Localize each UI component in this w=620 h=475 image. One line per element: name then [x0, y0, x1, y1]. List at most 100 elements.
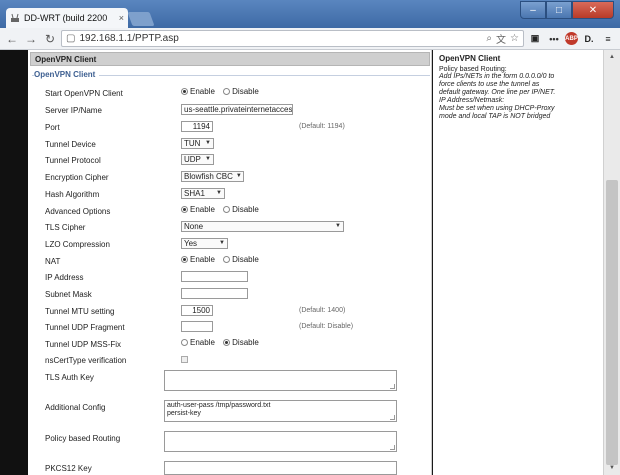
nscert-checkbox-wrap: [181, 354, 188, 365]
menu-icon[interactable]: ≡: [600, 31, 616, 47]
ip-input[interactable]: [181, 271, 248, 282]
search-icon[interactable]: ⌕: [486, 33, 492, 44]
row-tunnel-protocol: Tunnel Protocol UDP ▼: [45, 154, 425, 168]
row-tunnel-device: Tunnel Device TUN ▼: [45, 138, 425, 152]
adblock-icon[interactable]: ABP: [565, 32, 578, 45]
main-content: OpenVPN Client OpenVPN Client Start Open…: [28, 50, 432, 475]
extension-icon[interactable]: ▣: [527, 31, 543, 47]
ip-label: IP Address: [45, 273, 84, 282]
port-input[interactable]: 1194: [181, 121, 213, 132]
row-advanced: Advanced Options Enable Disable: [45, 205, 425, 219]
url-text: 192.168.⁲1.1/PPTP.asp: [79, 33, 482, 44]
tunnel-device-select[interactable]: TUN ▼: [181, 138, 214, 149]
lzo-select[interactable]: Yes ▼: [181, 238, 228, 249]
scroll-up-icon[interactable]: ▲: [604, 50, 620, 64]
mtu-input[interactable]: 1500: [181, 305, 213, 316]
start-client-radios: Enable Disable: [181, 87, 265, 97]
row-fragment: Tunnel UDP Fragment (Default: Disable): [45, 321, 425, 335]
browser-tab[interactable]: DD-WRT (build 2200 ×: [6, 8, 128, 28]
nat-radios: Enable Disable: [181, 255, 265, 265]
extension-d-icon[interactable]: D.: [581, 31, 597, 47]
scroll-down-icon[interactable]: ▼: [604, 461, 620, 475]
browser-titlebar: DD-WRT (build 2200 × – □ ✕: [0, 0, 620, 28]
help-title: OpenVPN Client: [439, 54, 597, 63]
mtu-hint: (Default: 1400): [299, 307, 345, 314]
tls-auth-textarea[interactable]: [164, 370, 397, 391]
left-margin: [0, 50, 28, 475]
row-mssfix: Tunnel UDP MSS-Fix Enable Disable: [45, 338, 425, 352]
row-mtu: Tunnel MTU setting 1500 (Default: 1400): [45, 305, 425, 319]
maximize-button[interactable]: □: [546, 1, 572, 19]
subnet-input[interactable]: [181, 288, 248, 299]
mtu-label: Tunnel MTU setting: [45, 307, 115, 316]
mssfix-radios: Enable Disable: [181, 338, 265, 348]
tab-title: DD-WRT (build 2200: [24, 13, 115, 23]
reload-button[interactable]: ↻: [42, 31, 58, 47]
start-client-label: Start OpenVPN Client: [45, 89, 123, 98]
row-nscert: nsCertType verification: [45, 354, 425, 368]
subnet-label: Subnet Mask: [45, 290, 92, 299]
address-bar[interactable]: ▢ 192.168.⁲1.1/PPTP.asp ⌕ 文 ☆: [61, 30, 524, 47]
advanced-radios: Enable Disable: [181, 205, 265, 215]
row-port: Port 1194 (Default: 1194): [45, 121, 425, 135]
tls-cipher-label: TLS Cipher: [45, 223, 85, 232]
lastpass-icon[interactable]: •••: [546, 31, 562, 47]
router-favicon-icon: [10, 13, 20, 23]
advanced-disable-radio[interactable]: Disable: [223, 205, 259, 214]
row-cipher: Encryption Cipher Blowfish CBC ▼: [45, 171, 425, 185]
additional-label: Additional Config: [45, 403, 105, 412]
new-tab-button[interactable]: [127, 12, 154, 26]
pkcs12-label: PKCS12 Key: [45, 464, 92, 473]
fieldset-legend: OpenVPN Client: [34, 70, 99, 79]
hash-select[interactable]: SHA1 ▼: [181, 188, 225, 199]
fragment-label: Tunnel UDP Fragment: [45, 323, 125, 332]
pkcs12-textarea[interactable]: [164, 461, 397, 475]
mssfix-label: Tunnel UDP MSS-Fix: [45, 340, 121, 349]
row-start-client: Start OpenVPN Client Enable Disable: [45, 87, 425, 101]
nat-enable-radio[interactable]: Enable: [181, 255, 215, 264]
port-label: Port: [45, 123, 60, 132]
help-subtitle: Policy based Routing:: [439, 66, 597, 73]
translate-icon[interactable]: 文: [496, 31, 506, 46]
bookmark-star-icon[interactable]: ☆: [510, 33, 519, 44]
start-enable-radio[interactable]: Enable: [181, 87, 215, 96]
advanced-enable-radio[interactable]: Enable: [181, 205, 215, 214]
back-button[interactable]: ←: [4, 31, 20, 47]
additional-config-textarea[interactable]: auth-user-pass /tmp/password.txt persist…: [164, 400, 397, 422]
page-scrollbar[interactable]: ▲ ▼: [603, 50, 620, 475]
row-hash: Hash Algorithm SHA1 ▼: [45, 188, 425, 202]
additional-config-line1: auth-user-pass /tmp/password.txt: [167, 402, 394, 410]
fragment-hint: (Default: Disable): [299, 323, 353, 330]
window-controls: – □ ✕: [520, 1, 614, 19]
close-window-button[interactable]: ✕: [572, 1, 614, 19]
row-nat: NAT Enable Disable: [45, 255, 425, 269]
section-header: OpenVPN Client: [30, 52, 430, 66]
fragment-input[interactable]: [181, 321, 213, 332]
forward-button[interactable]: →: [23, 31, 39, 47]
row-server: Server IP/Name us-seattle.privateinterne…: [45, 104, 425, 118]
lzo-label: LZO Compression: [45, 240, 110, 249]
tls-auth-label: TLS Auth Key: [45, 373, 94, 382]
mssfix-disable-radio[interactable]: Disable: [223, 338, 259, 347]
page: OpenVPN Client OpenVPN Client Start Open…: [0, 50, 620, 475]
tunnel-protocol-label: Tunnel Protocol: [45, 156, 101, 165]
minimize-button[interactable]: –: [520, 1, 546, 19]
start-disable-radio[interactable]: Disable: [223, 87, 259, 96]
tab-close-icon[interactable]: ×: [119, 13, 124, 23]
server-input[interactable]: us-seattle.privateinternetaccess.c: [181, 104, 293, 115]
nat-disable-radio[interactable]: Disable: [223, 255, 259, 264]
cipher-select[interactable]: Blowfish CBC ▼: [181, 171, 244, 182]
tunnel-protocol-select[interactable]: UDP ▼: [181, 154, 214, 165]
tls-cipher-select[interactable]: None ▼: [181, 221, 344, 232]
page-icon: ▢: [66, 33, 75, 44]
scroll-thumb[interactable]: [606, 180, 618, 465]
server-label: Server IP/Name: [45, 106, 102, 115]
mssfix-enable-radio[interactable]: Enable: [181, 338, 215, 347]
help-panel: OpenVPN Client Policy based Routing: Add…: [433, 50, 603, 475]
nscert-checkbox[interactable]: [181, 356, 188, 363]
policy-textarea[interactable]: [164, 431, 397, 452]
row-ip: IP Address: [45, 271, 425, 285]
help-body: Add IPs/NETs in the form 0.0.0.0/0 to fo…: [439, 73, 597, 121]
nat-label: NAT: [45, 257, 60, 266]
tunnel-device-label: Tunnel Device: [45, 140, 96, 149]
